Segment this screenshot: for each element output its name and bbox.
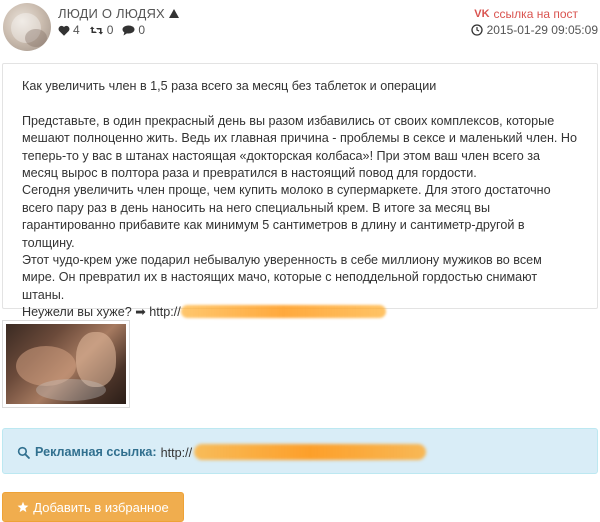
message-paragraph-1: Представьте, в один прекрасный день вы р… [22,113,578,181]
likes-count: 4 [73,23,80,37]
redacted-ad-url [194,444,427,460]
post-date: 2015-01-29 09:05:09 [470,23,598,37]
ad-link-box: Рекламная ссылка: http:// [2,428,598,474]
post-header: ЛЮДИ О ЛЮДЯХ 4 0 0 VK ссылка на пост 201… [0,0,600,56]
comments-count: 0 [138,23,146,37]
post-stats: 4 0 0 [58,23,154,37]
favorites-label: Добавить в избранное [33,499,169,515]
post-image[interactable] [2,320,130,408]
date-text: 2015-01-29 09:05:09 [486,23,598,37]
search-icon [17,446,30,459]
reposts-count: 0 [106,23,114,37]
post-link[interactable]: VK ссылка на пост [474,7,578,21]
redacted-link[interactable] [180,305,386,319]
likes-stat[interactable]: 4 [58,23,80,37]
username[interactable]: ЛЮДИ О ЛЮДЯХ [58,6,179,21]
ad-url-prefix: http:// [160,446,193,460]
message-paragraph-2: Сегодня увеличить член проще, чем купить… [22,183,551,250]
heart-icon [58,25,70,36]
final-line-text: Неужели вы хуже? ➡ http:// [22,305,181,320]
ad-label: Рекламная ссылка: [35,445,157,459]
username-label: ЛЮДИ О ЛЮДЯХ [58,6,165,21]
vk-icon: VK [474,8,490,20]
message-paragraph-3: Этот чудо-крем уже подарил небывалую уве… [22,253,542,302]
comment-icon [122,25,135,35]
reposts-stat[interactable]: 0 [89,23,114,37]
retweet-icon [89,26,103,34]
message-body: Как увеличить член в 1,5 раза всего за м… [2,63,598,319]
ad-link: Рекламная ссылка: http:// [17,444,427,460]
avatar[interactable] [3,3,51,51]
comments-stat[interactable]: 0 [122,23,145,37]
star-icon [17,501,29,513]
add-to-favorites-button[interactable]: Добавить в избранное [2,492,184,522]
ad-url[interactable]: http:// [161,444,427,460]
post-link-label: ссылка на пост [493,7,578,21]
caret-up-icon[interactable] [168,9,179,18]
message-title: Как увеличить член в 1,5 раза всего за м… [22,79,437,93]
clock-icon [470,24,483,36]
